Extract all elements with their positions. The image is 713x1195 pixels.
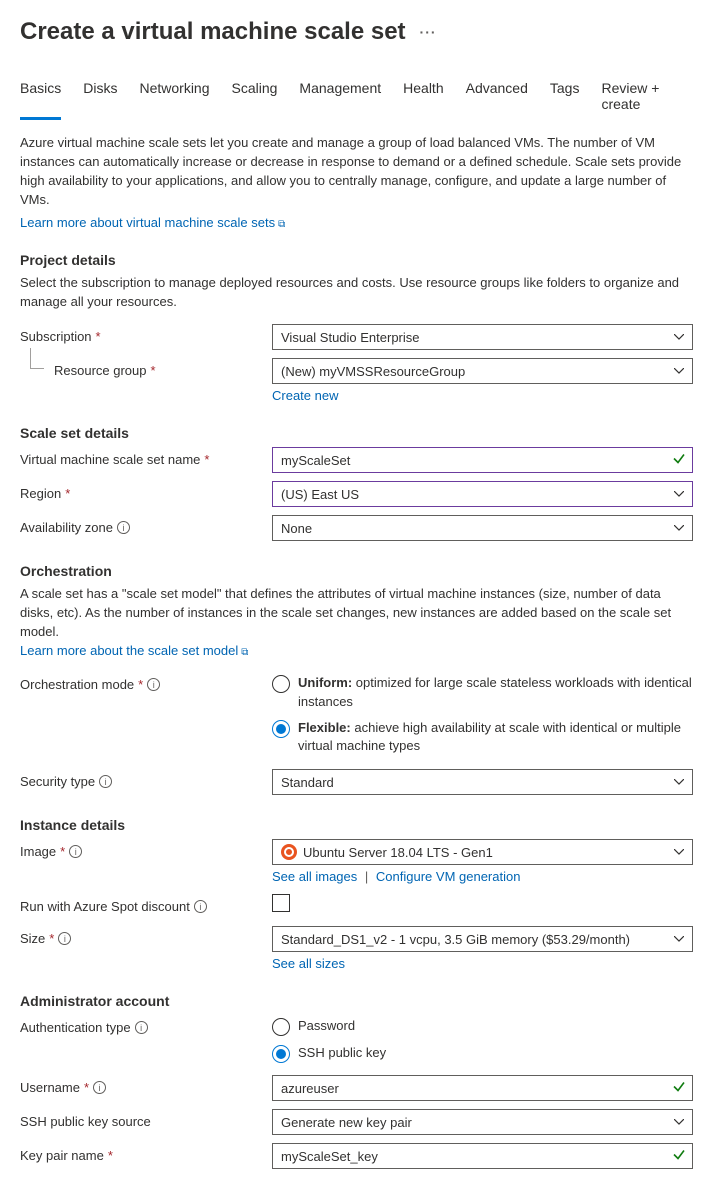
tab-advanced[interactable]: Advanced (466, 74, 528, 120)
section-admin-account: Administrator account (20, 993, 693, 1009)
learn-more-scale-sets-link[interactable]: Learn more about virtual machine scale s… (20, 215, 285, 230)
info-icon[interactable]: i (147, 678, 160, 691)
key-pair-name-input[interactable]: myScaleSet_key (272, 1143, 693, 1169)
radio-icon (272, 720, 290, 738)
auth-type-ssh[interactable]: SSH public key (272, 1044, 693, 1063)
radio-icon (272, 1045, 290, 1063)
chevron-down-icon (674, 491, 684, 497)
tab-disks[interactable]: Disks (83, 74, 117, 120)
check-icon (672, 1148, 686, 1165)
tab-networking[interactable]: Networking (139, 74, 209, 120)
configure-vm-gen-link[interactable]: Configure VM generation (376, 869, 521, 884)
image-label: Image* i (20, 839, 272, 859)
username-input[interactable]: azureuser (272, 1075, 693, 1101)
orchestration-mode-uniform[interactable]: Uniform: optimized for large scale state… (272, 674, 693, 710)
spot-discount-checkbox[interactable] (272, 894, 290, 912)
tab-management[interactable]: Management (299, 74, 381, 120)
see-all-sizes-link[interactable]: See all sizes (272, 956, 345, 971)
section-instance-details: Instance details (20, 817, 693, 833)
create-new-rg-link[interactable]: Create new (272, 388, 338, 403)
region-select[interactable]: (US) East US (272, 481, 693, 507)
more-actions-icon[interactable]: ··· (420, 24, 437, 40)
availability-zone-select[interactable]: None (272, 515, 693, 541)
tab-tags[interactable]: Tags (550, 74, 580, 120)
info-icon[interactable]: i (93, 1081, 106, 1094)
image-select[interactable]: Ubuntu Server 18.04 LTS - Gen1 (272, 839, 693, 865)
chevron-down-icon (674, 334, 684, 340)
security-type-label: Security type i (20, 769, 272, 789)
key-pair-name-label: Key pair name* (20, 1143, 272, 1163)
tabs-bar: Basics Disks Networking Scaling Manageme… (20, 74, 693, 120)
chevron-down-icon (674, 525, 684, 531)
external-link-icon: ⧉ (241, 647, 248, 658)
orchestration-mode-label: Orchestration mode* i (20, 672, 272, 692)
subscription-label: Subscription* (20, 324, 272, 344)
chevron-down-icon (674, 368, 684, 374)
auth-type-radio-group: Password SSH public key (272, 1015, 693, 1063)
chevron-down-icon (674, 779, 684, 785)
spot-discount-label: Run with Azure Spot discount i (20, 894, 272, 914)
info-icon[interactable]: i (135, 1021, 148, 1034)
chevron-down-icon (674, 1119, 684, 1125)
availability-zone-label: Availability zone i (20, 515, 272, 535)
resource-group-label: Resource group* (20, 358, 272, 378)
check-icon (672, 1080, 686, 1097)
auth-type-password[interactable]: Password (272, 1017, 693, 1036)
chevron-down-icon (674, 849, 684, 855)
subscription-select[interactable]: Visual Studio Enterprise (272, 324, 693, 350)
auth-type-label: Authentication type i (20, 1015, 272, 1035)
size-label: Size* i (20, 926, 272, 946)
project-details-desc: Select the subscription to manage deploy… (20, 274, 693, 312)
vmss-name-input[interactable]: myScaleSet (272, 447, 693, 473)
info-icon[interactable]: i (99, 775, 112, 788)
security-type-select[interactable]: Standard (272, 769, 693, 795)
section-scale-set-details: Scale set details (20, 425, 693, 441)
orchestration-mode-flexible[interactable]: Flexible: achieve high availability at s… (272, 719, 693, 755)
size-select[interactable]: Standard_DS1_v2 - 1 vcpu, 3.5 GiB memory… (272, 926, 693, 952)
see-all-images-link[interactable]: See all images (272, 869, 357, 884)
info-icon[interactable]: i (69, 845, 82, 858)
section-orchestration: Orchestration (20, 563, 693, 579)
tab-health[interactable]: Health (403, 74, 443, 120)
radio-icon (272, 1018, 290, 1036)
resource-group-select[interactable]: (New) myVMSSResourceGroup (272, 358, 693, 384)
region-label: Region* (20, 481, 272, 501)
ssh-key-source-label: SSH public key source (20, 1109, 272, 1129)
orchestration-mode-radio-group: Uniform: optimized for large scale state… (272, 672, 693, 755)
page-title: Create a virtual machine scale set ··· (20, 18, 693, 46)
tab-basics[interactable]: Basics (20, 74, 61, 120)
learn-more-model-link[interactable]: Learn more about the scale set model⧉ (20, 643, 248, 658)
username-label: Username* i (20, 1075, 272, 1095)
section-project-details: Project details (20, 252, 693, 268)
external-link-icon: ⧉ (278, 219, 285, 230)
tab-review-create[interactable]: Review + create (601, 74, 693, 120)
info-icon[interactable]: i (117, 521, 130, 534)
vmss-name-label: Virtual machine scale set name* (20, 447, 272, 467)
ubuntu-icon (281, 844, 297, 860)
chevron-down-icon (674, 936, 684, 942)
info-icon[interactable]: i (194, 900, 207, 913)
radio-icon (272, 675, 290, 693)
intro-text: Azure virtual machine scale sets let you… (20, 134, 693, 209)
tab-scaling[interactable]: Scaling (232, 74, 278, 120)
ssh-key-source-select[interactable]: Generate new key pair (272, 1109, 693, 1135)
check-icon (672, 452, 686, 469)
orchestration-desc: A scale set has a "scale set model" that… (20, 585, 693, 660)
info-icon[interactable]: i (58, 932, 71, 945)
